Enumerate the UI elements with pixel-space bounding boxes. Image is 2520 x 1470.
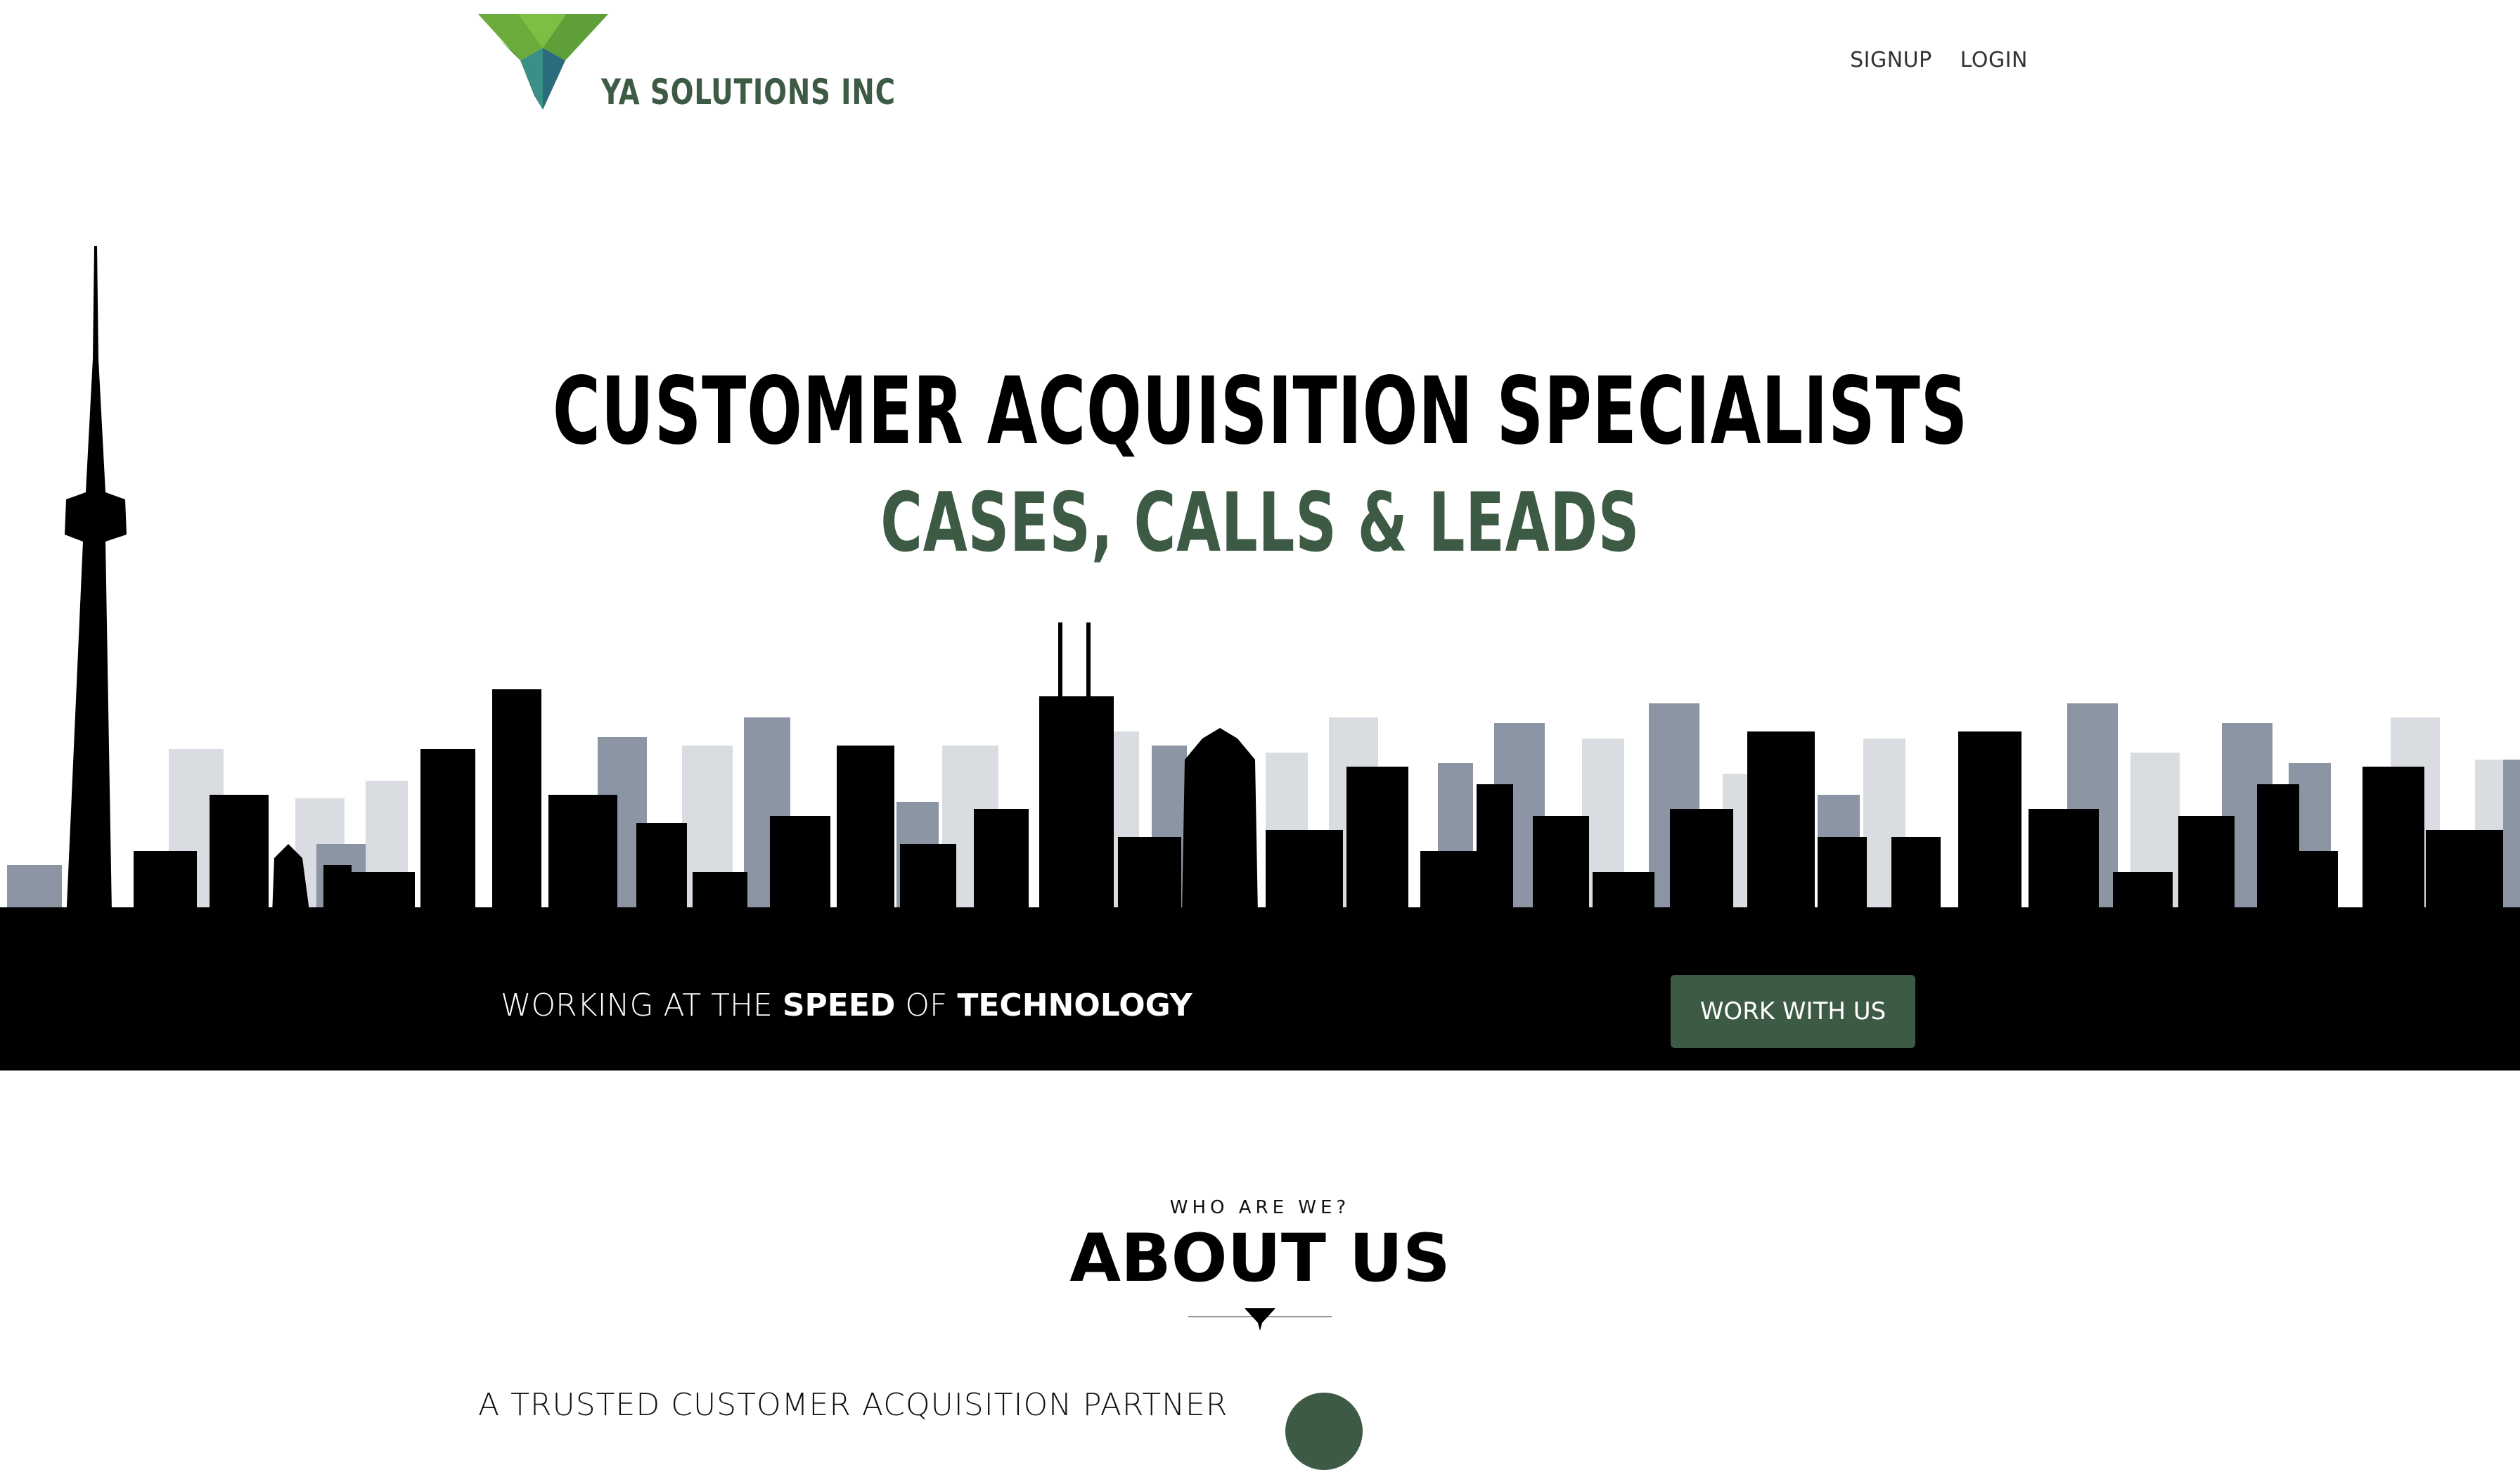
tagline-technology: TECHNOLOGY [957, 988, 1192, 1023]
about-title: ABOUT US [1069, 1220, 1451, 1297]
hero-subtitle: CASES, CALLS & LEADS [0, 475, 2520, 570]
ya-chevron-logo-icon [478, 14, 608, 110]
tagline-part1: WORKING AT THE [501, 988, 783, 1023]
brand-logo[interactable]: YA SOLUTIONS INC [478, 11, 895, 117]
ya-chevron-divider-icon [1188, 1308, 1332, 1331]
hero-title-text: CUSTOMER ACQUISITION SPECIALISTS [552, 357, 1968, 466]
cta-band: WORKING AT THE SPEED OF TECHNOLOGY WORK … [0, 951, 2520, 1070]
login-link[interactable]: LOGIN [1960, 48, 2028, 72]
signup-link[interactable]: SIGNUP [1850, 48, 1932, 72]
about-lead-text: A TRUSTED CUSTOMER ACQUISITION PARTNER [478, 1387, 1228, 1423]
tagline-speed: SPEED [782, 988, 896, 1023]
tagline: WORKING AT THE SPEED OF TECHNOLOGY [501, 988, 1192, 1023]
brand-name: YA SOLUTIONS INC [601, 72, 896, 113]
hero-title: CUSTOMER ACQUISITION SPECIALISTS [0, 357, 2520, 466]
about-circle-decoration [1285, 1393, 1363, 1470]
city-skyline-image [0, 246, 2520, 953]
work-with-us-button[interactable]: WORK WITH US [1671, 975, 1915, 1048]
tagline-part2: OF [895, 988, 958, 1023]
top-nav: SIGNUP LOGIN [1850, 48, 2028, 72]
about-kicker: WHO ARE WE? [1169, 1197, 1351, 1218]
hero-subtitle-text: CASES, CALLS & LEADS [880, 475, 1640, 570]
